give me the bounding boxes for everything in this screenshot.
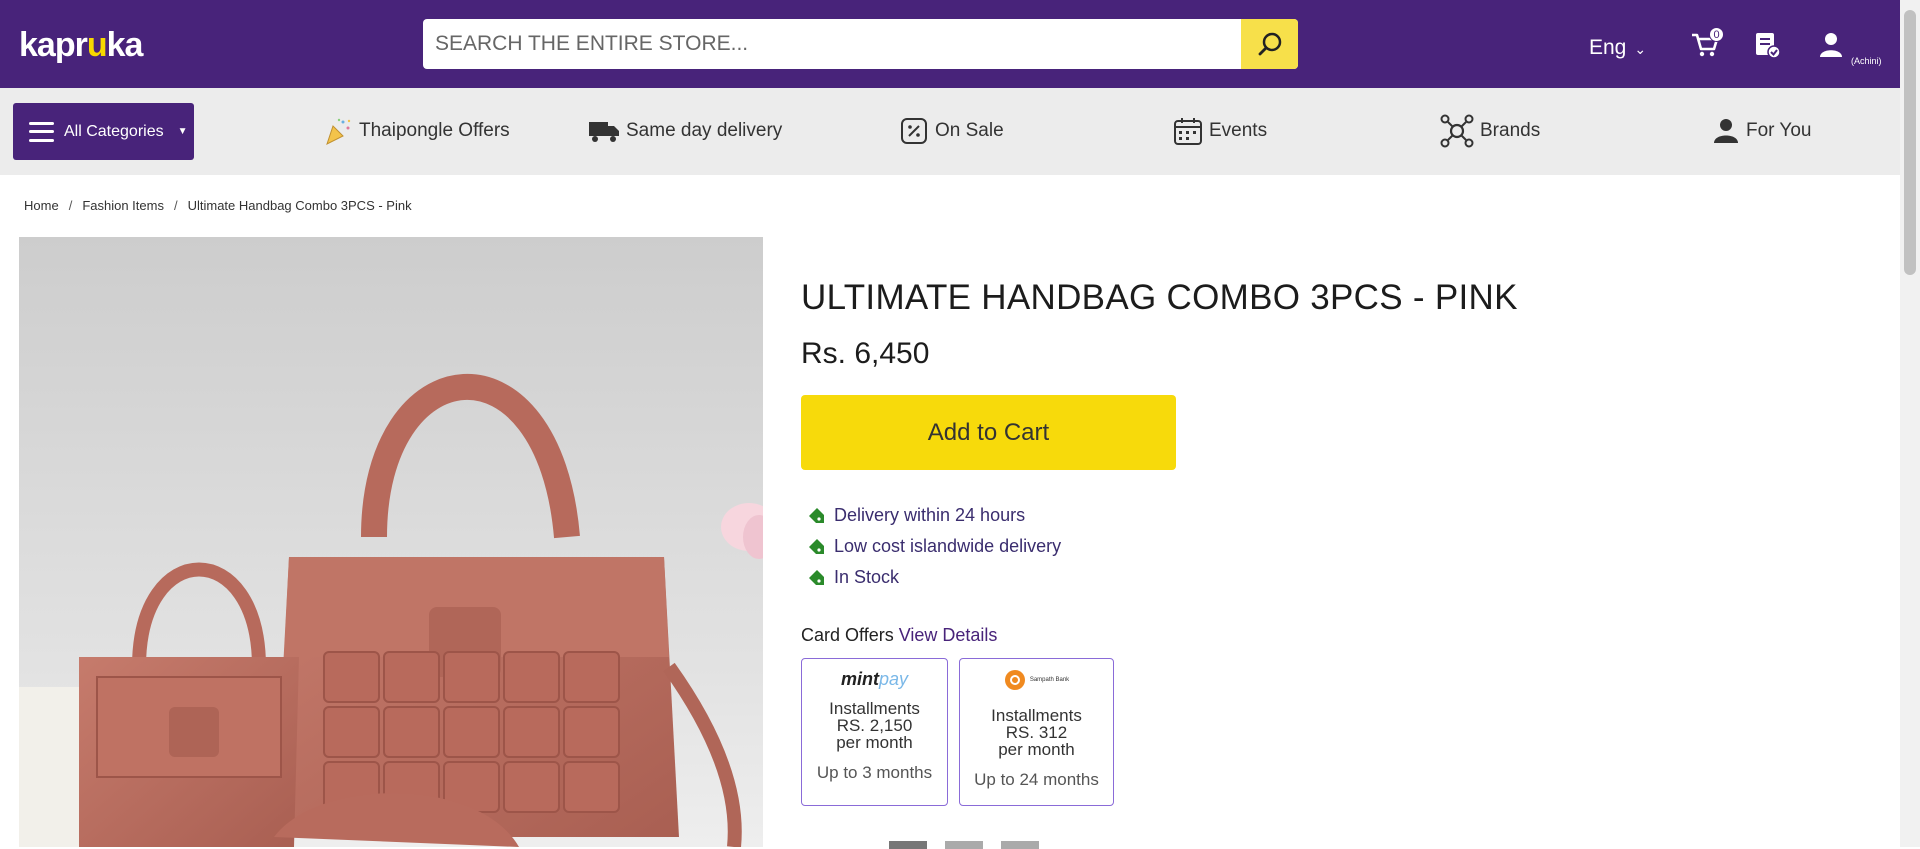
- percent-tag-icon: [901, 118, 927, 144]
- nav-same-day-delivery[interactable]: Same day delivery: [588, 116, 782, 146]
- network-icon: [1440, 114, 1474, 148]
- breadcrumb-fashion-items[interactable]: Fashion Items: [82, 198, 164, 213]
- tag-icon: [809, 507, 824, 523]
- sampath-bank-emblem-icon: [1004, 670, 1025, 690]
- truck-icon: [589, 122, 619, 142]
- kapruka-logo[interactable]: kapruka: [19, 26, 143, 65]
- feature-item: Low cost islandwide delivery: [806, 531, 1061, 562]
- add-to-cart-button[interactable]: Add to Cart: [801, 395, 1176, 470]
- category-nav: All Categories ▼ Thaipongle Offers Same …: [0, 88, 1900, 175]
- scrollbar-thumb[interactable]: [1904, 10, 1916, 275]
- product-image[interactable]: [19, 237, 763, 847]
- gallery-dot[interactable]: [889, 841, 927, 849]
- tag-icon: [809, 569, 824, 585]
- nav-on-sale[interactable]: On Sale: [899, 116, 1004, 146]
- nav-brands[interactable]: Brands: [1440, 114, 1540, 148]
- nav-for-you[interactable]: For You: [1712, 116, 1812, 146]
- person-icon: [1714, 119, 1738, 143]
- mintpay-offer-card[interactable]: mintpay Installments RS. 2,150 per month…: [801, 658, 948, 806]
- view-details-link[interactable]: View Details: [899, 625, 998, 645]
- gallery-dot[interactable]: [1001, 841, 1039, 849]
- breadcrumb-home[interactable]: Home: [24, 198, 59, 213]
- sampath-bank-offer-card[interactable]: Sampath Bank Installments RS. 312 per mo…: [959, 658, 1114, 806]
- user-name[interactable]: (Achini): [1851, 56, 1882, 66]
- cart-count-badge: 0: [1709, 27, 1724, 42]
- nav-thaipongle-offers[interactable]: Thaipongle Offers: [323, 116, 510, 146]
- search-input[interactable]: [423, 19, 1241, 69]
- caret-down-icon: ▼: [177, 126, 188, 137]
- breadcrumb-current: Ultimate Handbag Combo 3PCS - Pink: [187, 198, 412, 213]
- search-button[interactable]: [1241, 19, 1298, 69]
- product-title: ULTIMATE HANDBAG COMBO 3PCS - PINK: [801, 278, 1518, 317]
- image-gallery-indicators: [889, 841, 1039, 849]
- language-selector[interactable]: Eng ⌄: [1589, 36, 1646, 60]
- gallery-dot[interactable]: [945, 841, 983, 849]
- party-popper-icon: [326, 118, 351, 145]
- tag-icon: [809, 538, 824, 554]
- product-price: Rs. 6,450: [801, 337, 930, 370]
- handbag-image: [19, 237, 763, 847]
- chevron-down-icon: ⌄: [1634, 41, 1647, 57]
- all-categories-button[interactable]: All Categories ▼: [13, 103, 194, 160]
- sampath-bank-logo: Sampath Bank: [960, 669, 1113, 691]
- nav-events[interactable]: Events: [1173, 116, 1267, 146]
- hamburger-icon: [29, 121, 54, 142]
- order-tracking-icon[interactable]: [1752, 30, 1782, 60]
- mintpay-logo: mintpay: [840, 669, 909, 689]
- feature-item: In Stock: [806, 562, 1061, 593]
- search-icon: [1258, 32, 1281, 56]
- feature-item: Delivery within 24 hours: [806, 500, 1061, 531]
- product-features: Delivery within 24 hours Low cost island…: [806, 500, 1061, 593]
- user-account-icon[interactable]: [1816, 30, 1846, 60]
- breadcrumb: Home / Fashion Items / Ultimate Handbag …: [24, 198, 412, 213]
- calendar-icon: [1174, 118, 1202, 145]
- top-header: kapruka Eng⌄ 0 (Achini): [0, 0, 1900, 88]
- card-offers-heading: Card Offers View Details: [801, 625, 998, 645]
- search-bar: [423, 19, 1298, 69]
- page-scrollbar[interactable]: [1900, 0, 1920, 847]
